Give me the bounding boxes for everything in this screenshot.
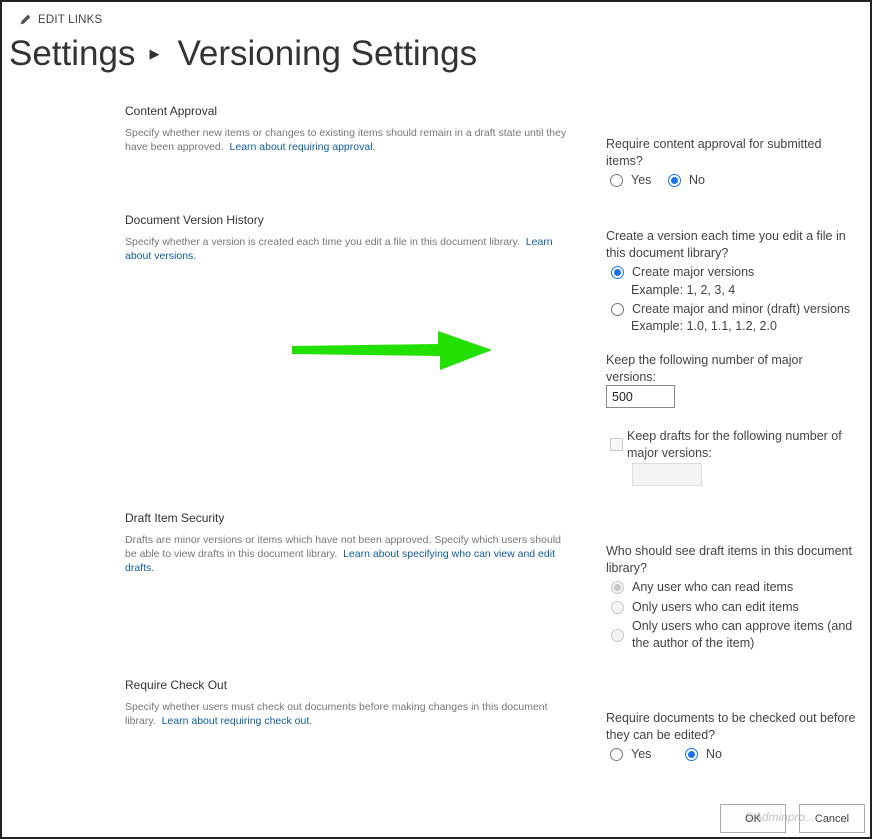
draft-security-question: Who should see draft items in this docum…: [606, 544, 852, 575]
any-reader-radio[interactable]: [611, 581, 624, 594]
version-history-title: Document Version History: [125, 213, 264, 227]
option-major-versions[interactable]: Create major versions: [611, 264, 754, 281]
pencil-icon: [20, 14, 31, 25]
check-out-desc: Specify whether users must check out doc…: [125, 701, 548, 727]
editors-radio[interactable]: [611, 601, 624, 614]
page-frame: EDIT LINKS Settings ▶ Versioning Setting…: [0, 0, 872, 839]
content-approval-learn-link[interactable]: Learn about requiring approval.: [230, 141, 376, 153]
green-arrow-icon: [292, 331, 492, 370]
edit-links-label: EDIT LINKS: [38, 13, 103, 26]
check-out-learn-link[interactable]: Learn about requiring check out.: [162, 715, 313, 727]
keep-major-versions-input[interactable]: 500: [606, 385, 675, 408]
keep-drafts-label: Keep drafts for the following number of …: [627, 429, 842, 460]
check-out-question: Require documents to be checked out befo…: [606, 711, 856, 742]
watermark: ©Adminpro...: [745, 810, 816, 824]
content-approval-title: Content Approval: [125, 104, 218, 118]
major-versions-radio[interactable]: [611, 266, 624, 279]
breadcrumb-settings[interactable]: Settings: [9, 34, 135, 74]
major-minor-versions-example: Example: 1.0, 1.1, 1.2, 2.0: [631, 319, 777, 333]
breadcrumb-arrow-icon: ▶: [149, 46, 160, 61]
option-any-reader[interactable]: Any user who can read items: [611, 579, 793, 596]
keep-drafts-checkbox[interactable]: [610, 438, 623, 451]
option-editors[interactable]: Only users who can edit items: [611, 599, 799, 616]
draft-security-title: Draft Item Security: [125, 511, 225, 525]
check-out-yes-radio[interactable]: [610, 748, 623, 761]
approvers-radio[interactable]: [611, 629, 624, 642]
check-out-title: Require Check Out: [125, 678, 228, 692]
content-approval-question: Require content approval for submitted i…: [606, 137, 822, 168]
content-approval-yes[interactable]: Yes: [610, 172, 651, 189]
breadcrumb-current: Versioning Settings: [177, 34, 478, 73]
keep-major-label: Keep the following number of major versi…: [606, 353, 803, 384]
content-approval-no-radio[interactable]: [668, 174, 681, 187]
edit-links-button[interactable]: EDIT LINKS: [19, 13, 102, 26]
check-out-yes[interactable]: Yes: [610, 746, 651, 763]
content-approval-desc: Specify whether new items or changes to …: [125, 127, 567, 153]
version-history-desc: Specify whether a version is created eac…: [125, 236, 553, 262]
page-title: Settings ▶ Versioning Settings: [9, 34, 477, 74]
option-approvers[interactable]: Only users who can approve items (and th…: [611, 618, 864, 652]
major-versions-example: Example: 1, 2, 3, 4: [631, 283, 736, 297]
option-major-minor-versions[interactable]: Create major and minor (draft) versions: [611, 301, 850, 318]
content-approval-yes-radio[interactable]: [610, 174, 623, 187]
keep-drafts-input[interactable]: [632, 463, 702, 486]
version-history-question: Create a version each time you edit a fi…: [606, 229, 846, 260]
check-out-no-radio[interactable]: [685, 748, 698, 761]
content-approval-no[interactable]: No: [668, 172, 705, 189]
draft-security-desc: Drafts are minor versions or items which…: [125, 534, 561, 574]
major-minor-versions-radio[interactable]: [611, 303, 624, 316]
check-out-no[interactable]: No: [685, 746, 722, 763]
